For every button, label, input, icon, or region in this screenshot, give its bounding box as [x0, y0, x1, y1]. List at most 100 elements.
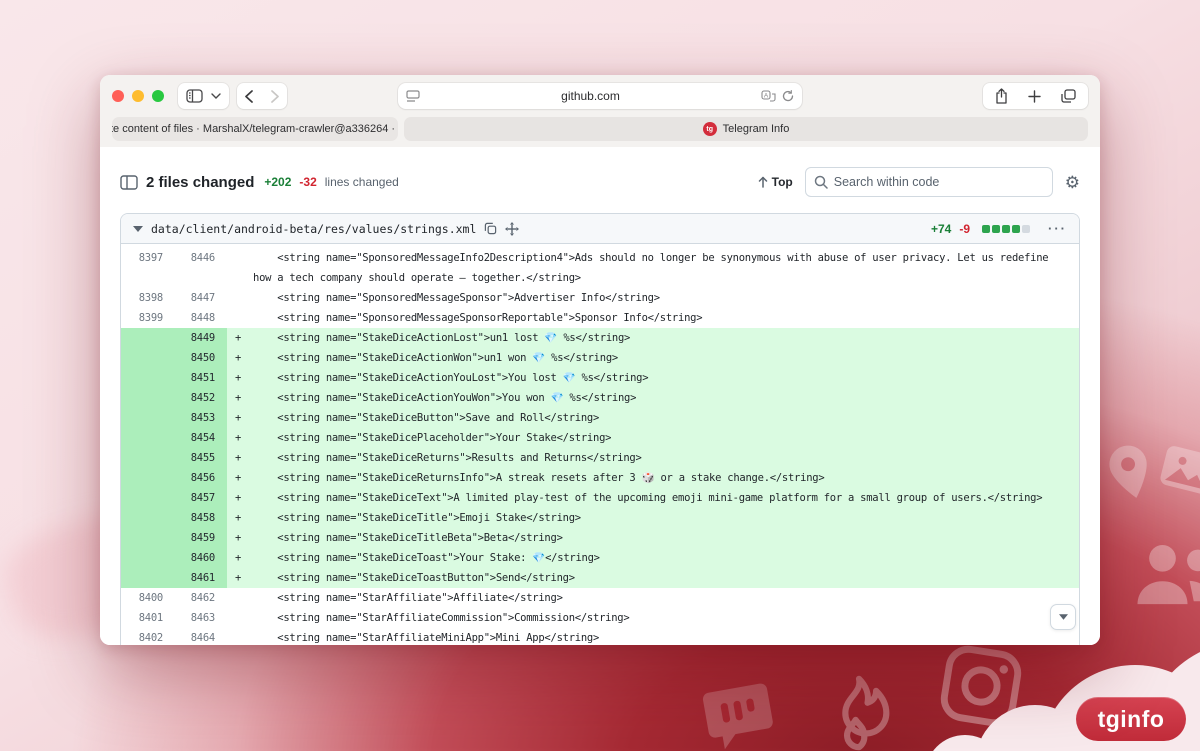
file-additions: +74 — [930, 221, 952, 236]
diffstat-block — [1022, 224, 1030, 233]
diff-row: 8400 8462 <string name="StarAffiliate">Af… — [121, 588, 1079, 608]
search-input[interactable] — [833, 175, 1044, 189]
gear-icon[interactable]: ⚙ — [1065, 174, 1080, 191]
diffstat-block — [1002, 224, 1010, 233]
old-line-number[interactable] — [121, 488, 171, 508]
old-line-number[interactable] — [121, 528, 171, 548]
old-line-number[interactable] — [121, 348, 171, 368]
new-line-number[interactable]: 8460 — [171, 548, 227, 568]
diff-marker — [227, 248, 249, 288]
diff-marker — [227, 288, 249, 308]
diff-marker: + — [227, 408, 249, 428]
collapse-file-chevron-icon[interactable] — [133, 225, 143, 232]
new-line-number[interactable]: 8459 — [171, 528, 227, 548]
file-options-button[interactable]: ··· — [1048, 221, 1067, 236]
code-line: <string name="StakeDiceReturns">Results … — [249, 448, 1079, 468]
file-deletions: -9 — [959, 221, 970, 236]
svg-text:A: A — [764, 92, 769, 99]
minimize-window-button[interactable] — [132, 90, 144, 102]
old-line-number[interactable] — [121, 568, 171, 588]
old-line-number[interactable]: 8401 — [121, 608, 171, 628]
zoom-window-button[interactable] — [152, 90, 164, 102]
tab-overview-button[interactable] — [1061, 89, 1076, 103]
new-line-number[interactable]: 8451 — [171, 368, 227, 388]
old-line-number[interactable] — [121, 428, 171, 448]
tginfo-logo: tginfo — [1076, 697, 1186, 741]
old-line-number[interactable] — [121, 388, 171, 408]
sidebar-toggle-button[interactable] — [186, 89, 203, 103]
scroll-to-top-button[interactable]: Top — [758, 175, 793, 189]
forward-button[interactable] — [271, 89, 279, 103]
diffstat-blocks — [982, 224, 1030, 233]
jump-down-button[interactable] — [1050, 604, 1076, 630]
old-line-number[interactable] — [121, 368, 171, 388]
diff-row: 8399 8448 <string name="SponsoredMessageS… — [121, 308, 1079, 328]
tginfo-label: tginfo — [1097, 705, 1165, 732]
new-line-number[interactable]: 8454 — [171, 428, 227, 448]
tab-github[interactable]: Update content of files · MarshalX/teleg… — [112, 117, 398, 141]
copy-path-icon[interactable] — [484, 222, 497, 235]
code-line: <string name="StakeDiceActionYouWon">You… — [249, 388, 1079, 408]
old-line-number[interactable]: 8400 — [121, 588, 171, 608]
new-line-number[interactable]: 8458 — [171, 508, 227, 528]
new-line-number[interactable]: 8461 — [171, 568, 227, 588]
browser-toolbar: github.com A — [100, 75, 1100, 117]
new-line-number[interactable]: 8457 — [171, 488, 227, 508]
code-line: <string name="SponsoredMessageSponsorRep… — [253, 312, 703, 324]
diffstat-block — [1012, 224, 1020, 233]
file-path[interactable]: data/client/android-beta/res/values/stri… — [151, 222, 476, 236]
diff-marker: + — [227, 568, 249, 588]
new-line-number[interactable]: 8455 — [171, 448, 227, 468]
diff-marker: + — [227, 548, 249, 568]
new-line-number[interactable]: 8456 — [171, 468, 227, 488]
old-line-number[interactable]: 8398 — [121, 288, 171, 308]
old-line-number[interactable]: 8399 — [121, 308, 171, 328]
new-line-number[interactable]: 8453 — [171, 408, 227, 428]
code-search-box[interactable] — [804, 167, 1053, 197]
diff-marker: + — [227, 488, 249, 508]
translate-icon[interactable]: A — [761, 90, 776, 102]
diff-row: 8455 + <string name="StakeDiceReturns">Re… — [121, 448, 1079, 468]
back-button[interactable] — [245, 89, 253, 103]
diff-marker — [227, 308, 249, 328]
new-line-number[interactable]: 8464 — [171, 628, 227, 645]
diff-marker: + — [227, 328, 249, 348]
new-line-number[interactable]: 8463 — [171, 608, 227, 628]
new-line-number[interactable]: 8448 — [171, 308, 227, 328]
share-icon[interactable] — [995, 88, 1008, 104]
old-line-number[interactable] — [121, 468, 171, 488]
url-text: github.com — [561, 89, 620, 103]
old-line-number[interactable] — [121, 408, 171, 428]
close-window-button[interactable] — [112, 90, 124, 102]
chevron-down-icon[interactable] — [211, 93, 221, 99]
diff-row: 8402 8464 <string name="StarAffiliateMini… — [121, 628, 1079, 645]
code-line: <string name="StakeDiceActionWon">un1 wo… — [249, 348, 1079, 368]
flame-icon — [842, 675, 890, 751]
diff-row: 8451 + <string name="StakeDiceActionYouLo… — [121, 368, 1079, 388]
new-line-number[interactable]: 8449 — [171, 328, 227, 348]
old-line-number[interactable] — [121, 448, 171, 468]
tab-telegram-info[interactable]: tg Telegram Info — [404, 117, 1088, 141]
drag-handle-icon[interactable] — [505, 221, 520, 236]
old-line-number[interactable] — [121, 508, 171, 528]
old-line-number[interactable] — [121, 548, 171, 568]
old-line-number[interactable] — [121, 328, 171, 348]
address-bar[interactable]: github.com A — [398, 83, 802, 109]
new-line-number[interactable]: 8450 — [171, 348, 227, 368]
collapse-sidebar-icon[interactable] — [120, 174, 138, 190]
reload-icon[interactable] — [782, 90, 794, 102]
new-line-number[interactable]: 8446 — [171, 248, 227, 288]
code-line: <string name="StakeDiceToast">Your Stake… — [249, 548, 1079, 568]
old-line-number[interactable]: 8397 — [121, 248, 171, 288]
new-tab-button[interactable] — [1028, 89, 1041, 103]
caret-down-icon — [1058, 614, 1068, 620]
reader-icon[interactable] — [406, 90, 420, 102]
new-line-number[interactable]: 8452 — [171, 388, 227, 408]
new-line-number[interactable]: 8462 — [171, 588, 227, 608]
diff-row: 8456 + <string name="StakeDiceReturnsInfo… — [121, 468, 1079, 488]
old-line-number[interactable]: 8402 — [121, 628, 171, 645]
diff-row: 8459 + <string name="StakeDiceTitleBeta">… — [121, 528, 1079, 548]
github-page: 2 files changed +202 -32 lines changed T… — [100, 147, 1100, 645]
diff-marker — [227, 588, 249, 608]
new-line-number[interactable]: 8447 — [171, 288, 227, 308]
